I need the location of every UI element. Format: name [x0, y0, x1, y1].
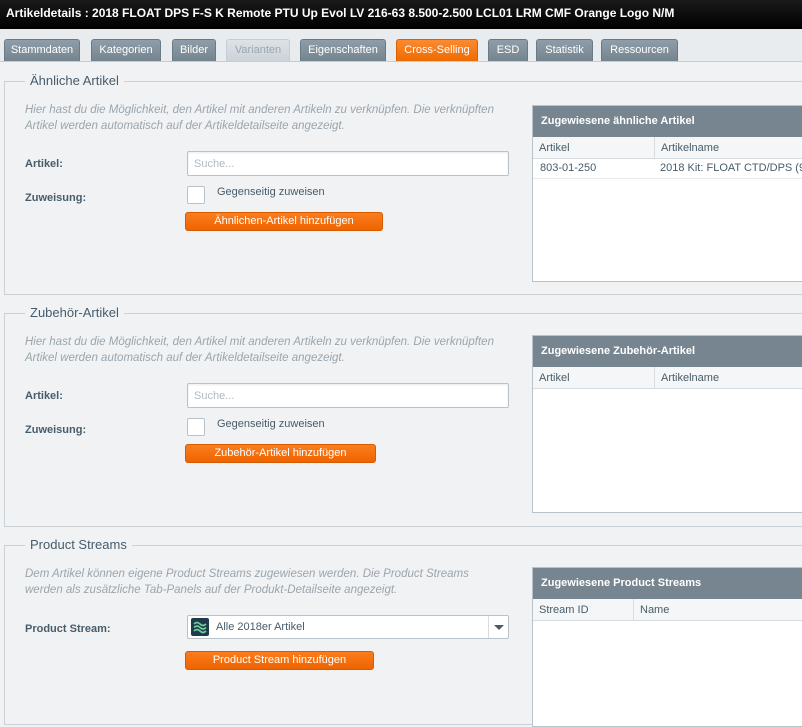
- stream-logo-icon: [191, 618, 209, 636]
- tab-varianten: Varianten: [226, 39, 290, 61]
- column-artikel[interactable]: Artikel: [533, 137, 655, 159]
- tab-bar: Stammdaten Kategorien Bilder Varianten E…: [0, 29, 802, 62]
- similar-article-search-input[interactable]: [187, 151, 509, 176]
- tab-ressourcen[interactable]: Ressourcen: [601, 39, 678, 61]
- product-streams-grid: Zugewiesene Product Streams Stream ID Na…: [532, 567, 802, 727]
- tab-esd[interactable]: ESD: [488, 39, 528, 61]
- accessory-article-label: Artikel:: [25, 390, 63, 402]
- product-stream-label: Product Stream:: [25, 623, 111, 635]
- accessory-mutual-label: Gegenseitig zuweisen: [217, 418, 325, 430]
- accessory-articles-fieldset: Zubehör-Artikel Hier hast du die Möglich…: [4, 305, 802, 527]
- row-article-number: 803-01-250: [540, 162, 597, 174]
- accessory-articles-grid: Zugewiesene Zubehör-Artikel Artikel Arti…: [532, 335, 802, 513]
- similar-articles-fieldset: Ähnliche Artikel Hier hast du die Möglic…: [4, 73, 802, 295]
- chevron-down-icon[interactable]: [488, 616, 508, 638]
- accessory-assignment-label: Zuweisung:: [25, 424, 87, 436]
- similar-mutual-checkbox[interactable]: [187, 186, 205, 204]
- accessory-articles-grid-columns: Artikel Artikelname: [533, 367, 802, 389]
- product-streams-grid-title: Zugewiesene Product Streams: [533, 568, 802, 599]
- similar-article-label: Artikel:: [25, 158, 63, 170]
- tab-stammdaten[interactable]: Stammdaten: [4, 39, 80, 61]
- column-stream-id[interactable]: Stream ID: [533, 599, 634, 621]
- column-name[interactable]: Name: [634, 599, 802, 621]
- tab-statistik[interactable]: Statistik: [536, 39, 593, 61]
- add-accessory-article-button[interactable]: Zubehör-Artikel hinzufügen: [185, 444, 376, 463]
- tab-kategorien[interactable]: Kategorien: [91, 39, 161, 61]
- similar-articles-grid: Zugewiesene ähnliche Artikel Artikel Art…: [532, 105, 802, 282]
- column-artikelname[interactable]: Artikelname: [655, 367, 802, 389]
- column-artikelname[interactable]: Artikelname: [655, 137, 802, 159]
- table-row[interactable]: 803-01-250 2018 Kit: FLOAT CTD/DPS (9m: [533, 159, 802, 179]
- window-title: Artikeldetails : 2018 FLOAT DPS F-S K Re…: [0, 0, 802, 29]
- add-similar-article-button[interactable]: Ähnlichen-Artikel hinzufügen: [185, 212, 383, 231]
- product-streams-fieldset: Product Streams Dem Artikel können eigen…: [4, 537, 802, 727]
- similar-articles-description: Hier hast du die Möglichkeit, den Artike…: [25, 104, 494, 132]
- product-streams-description: Dem Artikel können eigene Product Stream…: [25, 568, 469, 596]
- tab-eigenschaften[interactable]: Eigenschaften: [300, 39, 386, 61]
- similar-articles-legend: Ähnliche Artikel: [25, 73, 124, 88]
- accessory-articles-legend: Zubehör-Artikel: [25, 305, 124, 320]
- similar-articles-grid-title: Zugewiesene ähnliche Artikel: [533, 106, 802, 137]
- similar-mutual-label: Gegenseitig zuweisen: [217, 186, 325, 198]
- similar-assignment-label: Zuweisung:: [25, 192, 87, 204]
- accessory-articles-grid-title: Zugewiesene Zubehör-Artikel: [533, 336, 802, 367]
- accessory-articles-description: Hier hast du die Möglichkeit, den Artike…: [25, 336, 494, 364]
- product-streams-legend: Product Streams: [25, 537, 132, 552]
- product-streams-grid-columns: Stream ID Name: [533, 599, 802, 621]
- column-artikel[interactable]: Artikel: [533, 367, 655, 389]
- tab-cross-selling[interactable]: Cross-Selling: [396, 39, 478, 61]
- product-stream-select[interactable]: Alle 2018er Artikel: [187, 615, 509, 639]
- tab-bilder[interactable]: Bilder: [172, 39, 216, 61]
- accessory-mutual-checkbox[interactable]: [187, 418, 205, 436]
- row-article-name: 2018 Kit: FLOAT CTD/DPS (9m: [660, 162, 802, 174]
- similar-articles-grid-columns: Artikel Artikelname: [533, 137, 802, 159]
- product-stream-selected-value: Alle 2018er Artikel: [216, 621, 305, 633]
- add-product-stream-button[interactable]: Product Stream hinzufügen: [185, 651, 374, 670]
- accessory-article-search-input[interactable]: [187, 383, 509, 408]
